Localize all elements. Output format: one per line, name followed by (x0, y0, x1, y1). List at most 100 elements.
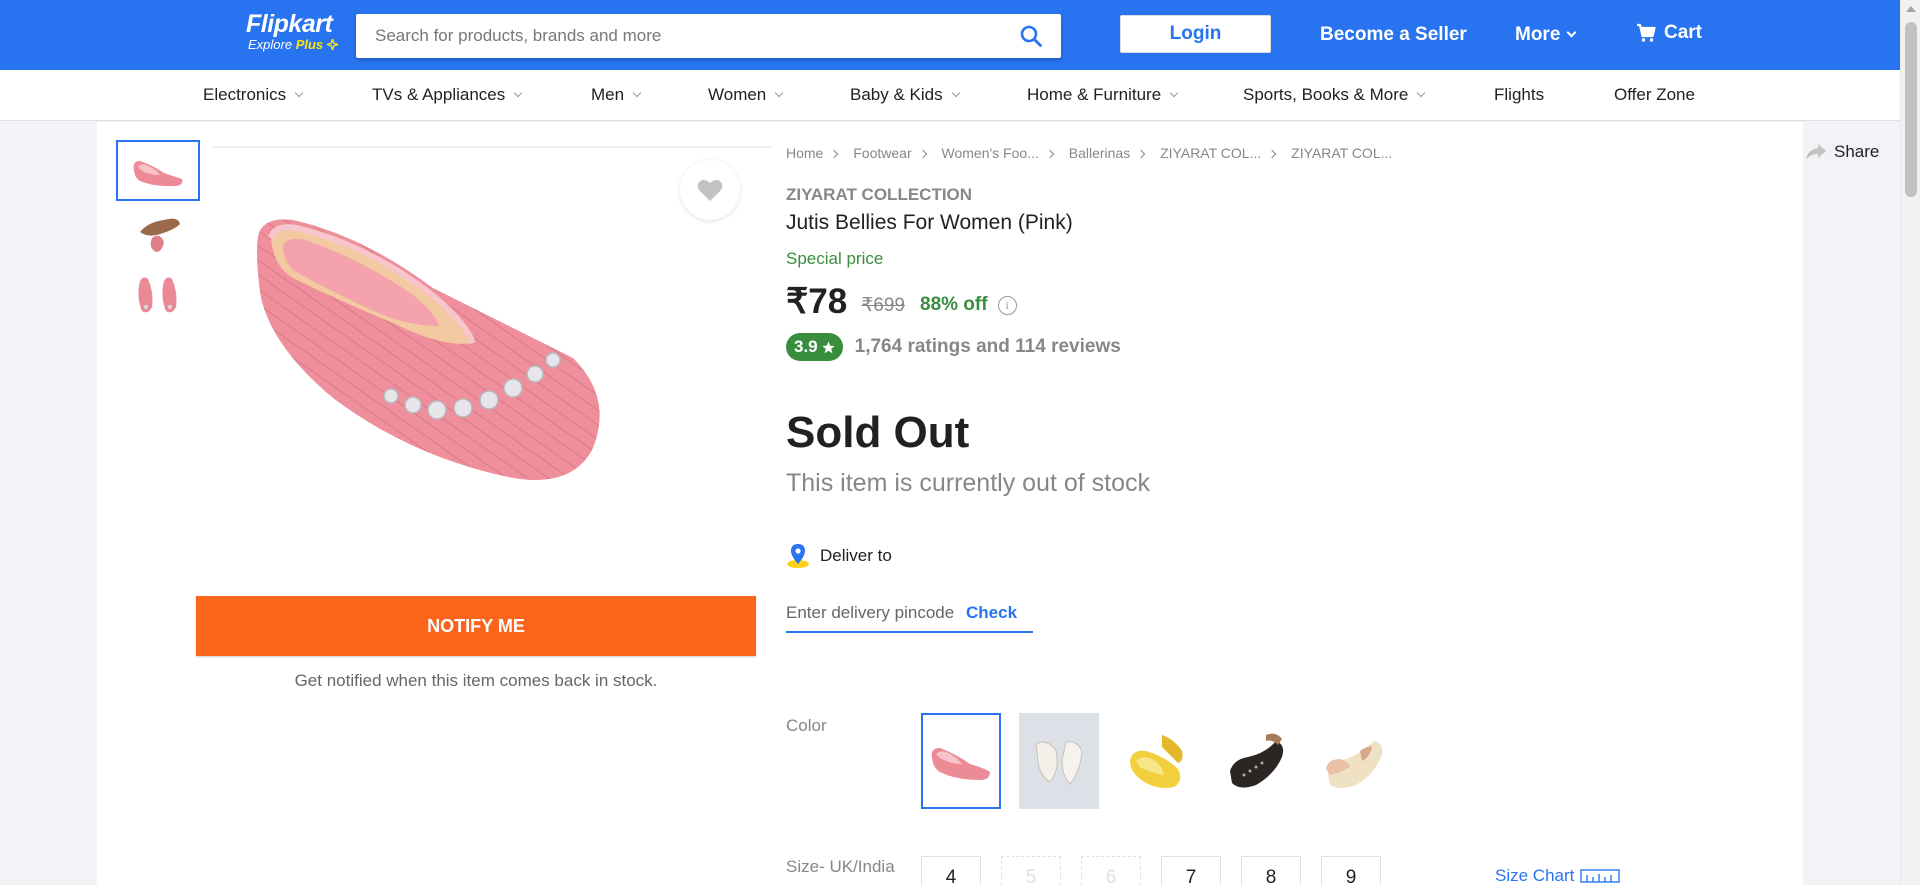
rating-badge: 3.9 (786, 333, 843, 361)
thumbnail-1[interactable] (116, 140, 200, 201)
scrollbar-thumb[interactable] (1905, 22, 1917, 197)
size-option-5: 5 (1001, 856, 1061, 885)
category-nav: Electronics TVs & Appliances Men Women B… (0, 70, 1920, 121)
nav-item-sports-books[interactable]: Sports, Books & More (1243, 85, 1426, 105)
breadcrumb-womens-footwear[interactable]: Women's Foo... (942, 145, 1039, 161)
nav-item-label: Women (708, 85, 767, 104)
page-scrollbar[interactable] (1900, 0, 1920, 885)
more-label: More (1515, 24, 1561, 45)
wishlist-button[interactable] (680, 160, 740, 220)
nav-item-label: Sports, Books & More (1243, 85, 1409, 104)
nav-item-home-furniture[interactable]: Home & Furniture (1027, 85, 1179, 105)
nav-item-label: TVs & Appliances (372, 85, 506, 104)
color-swatch-white[interactable] (1019, 713, 1099, 809)
info-icon[interactable]: i (997, 296, 1017, 315)
color-swatch-pink[interactable] (921, 713, 1001, 809)
nav-item-baby-kids[interactable]: Baby & Kids (850, 85, 960, 105)
notify-me-button[interactable]: NOTIFY ME (196, 596, 756, 656)
nav-item-label: Home & Furniture (1027, 85, 1162, 104)
nav-item-label: Flights (1494, 85, 1545, 104)
nav-item-electronics[interactable]: Electronics (203, 85, 304, 105)
size-label: Size- UK/India (786, 857, 895, 876)
size-option-8[interactable]: 8 (1241, 856, 1301, 885)
original-price: ₹699 (861, 294, 905, 316)
search-icon[interactable] (1019, 24, 1043, 48)
product-panel: NOTIFY ME Get notified when this item co… (97, 122, 1879, 885)
color-swatch-yellow[interactable] (1117, 713, 1197, 809)
nav-item-men[interactable]: Men (591, 85, 642, 105)
nav-item-label: Electronics (203, 85, 287, 104)
chevron-down-icon (951, 88, 960, 98)
thumbnail-list (116, 140, 200, 323)
chevron-down-icon (775, 88, 784, 98)
share-button[interactable]: Share (1806, 142, 1879, 162)
chevron-down-icon (514, 88, 523, 98)
discount-badge: 88% off (920, 294, 988, 315)
price-row: ₹78 ₹699 88% off i (786, 282, 1017, 322)
flipkart-logo[interactable]: Flipkart Explore Plus (246, 10, 341, 53)
chevron-down-icon (1417, 88, 1426, 98)
thumbnail-3[interactable] (116, 262, 200, 323)
logo-explore: Explore (248, 37, 293, 52)
chevron-down-icon (632, 88, 642, 98)
shoe-swatch-image (931, 748, 990, 780)
chevron-right-icon (1045, 149, 1055, 159)
star-icon (821, 340, 835, 353)
size-chart-link[interactable]: Size Chart (1495, 866, 1621, 885)
product-title: Jutis Bellies For Women (Pink) (786, 211, 1073, 234)
notify-note: Get notified when this item comes back i… (294, 671, 658, 690)
shoe-thumbnail-image (138, 276, 177, 312)
heart-icon (697, 179, 723, 201)
size-option-4[interactable]: 4 (921, 856, 981, 885)
chevron-right-icon (918, 149, 927, 159)
deliver-to: Deliver to (786, 543, 892, 569)
breadcrumb-footwear[interactable]: Footwear (853, 145, 911, 161)
size-option-7[interactable]: 7 (1161, 856, 1221, 885)
search-bar (356, 14, 1061, 58)
breadcrumb-home[interactable]: Home (786, 145, 823, 161)
become-seller-link[interactable]: Become a Seller (1320, 24, 1467, 46)
chevron-right-icon (830, 149, 839, 159)
shoe-thumbnail-image (133, 160, 183, 186)
top-header: Flipkart Explore Plus Login Become a Sel… (0, 0, 1920, 70)
search-input[interactable] (356, 14, 996, 58)
nav-item-label: Baby & Kids (850, 85, 943, 104)
pincode-input[interactable] (786, 603, 976, 623)
out-of-stock-message: This item is currently out of stock (786, 469, 1151, 497)
thumbnail-2[interactable] (116, 201, 200, 262)
nav-item-label: Men (591, 85, 625, 104)
breadcrumb-brand[interactable]: ZIYARAT COL... (1160, 145, 1261, 161)
nav-item-flights[interactable]: Flights (1494, 85, 1544, 105)
size-options: 4 5 6 7 8 9 (921, 856, 1381, 885)
product-brand[interactable]: ZIYARAT COLLECTION (786, 185, 972, 205)
ratings-reviews-link[interactable]: 1,764 ratings and 114 reviews (855, 336, 1121, 358)
check-pincode-button[interactable]: Check (966, 603, 1017, 623)
sold-out-title: Sold Out (786, 408, 970, 457)
breadcrumb-product[interactable]: ZIYARAT COL... (1291, 145, 1392, 161)
cart-link[interactable]: Cart (1636, 22, 1702, 44)
nav-item-offer-zone[interactable]: Offer Zone (1614, 85, 1695, 105)
login-button[interactable]: Login (1120, 15, 1271, 53)
shoe-swatch-image (1326, 741, 1383, 788)
rating-row: 3.9 1,764 ratings and 114 reviews (786, 333, 1121, 361)
shoe-thumbnail-image (140, 218, 180, 252)
location-pin-icon (787, 544, 809, 568)
nav-item-tvs-appliances[interactable]: TVs & Appliances (372, 85, 523, 105)
color-swatches (921, 713, 1393, 809)
more-menu[interactable]: More (1515, 24, 1577, 46)
scroll-up-arrow-icon[interactable] (1906, 6, 1916, 12)
size-option-6: 6 (1081, 856, 1141, 885)
logo-subtitle: Explore Plus (246, 36, 341, 53)
chevron-right-icon (1268, 149, 1277, 159)
size-option-9[interactable]: 9 (1321, 856, 1381, 885)
product-main-image (257, 219, 600, 480)
color-label: Color (786, 716, 827, 735)
nav-item-women[interactable]: Women (708, 85, 784, 105)
cart-icon (1637, 23, 1656, 42)
breadcrumb-ballerinas[interactable]: Ballerinas (1069, 145, 1130, 161)
chevron-right-icon (1136, 149, 1146, 159)
color-swatch-black[interactable] (1215, 713, 1295, 809)
size-chart-label: Size Chart (1495, 866, 1575, 885)
chevron-down-icon (1169, 88, 1179, 98)
color-swatch-beige[interactable] (1313, 713, 1393, 809)
